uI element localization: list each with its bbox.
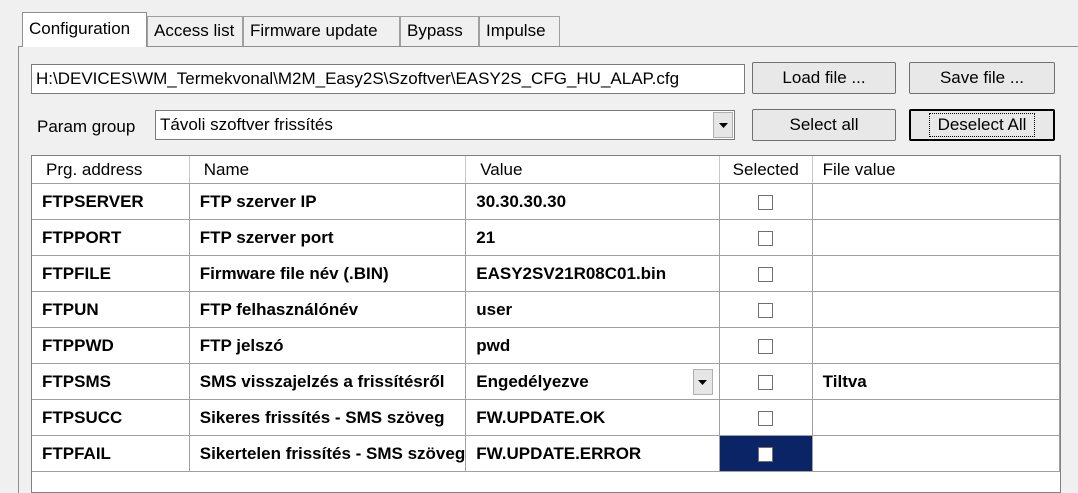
table-header-row: Prg. address Name Value Selected File va… <box>32 156 1060 184</box>
select-all-button[interactable]: Select all <box>752 109 896 141</box>
selected-checkbox[interactable] <box>758 374 774 390</box>
cell-address: FTPPORT <box>32 219 190 256</box>
cell-name: Firmware file név (.BIN) <box>189 255 467 292</box>
cell-address: FTPFILE <box>32 255 190 292</box>
cell-file-value: Tiltva <box>812 363 1060 400</box>
load-file-button[interactable]: Load file ... <box>752 62 896 94</box>
selected-checkbox[interactable] <box>758 266 774 282</box>
table-row[interactable]: FTPPORT FTP szerver port 21 <box>32 219 1060 256</box>
table-row[interactable]: FTPSUCC Sikeres frissítés - SMS szöveg F… <box>32 399 1060 436</box>
cell-selected[interactable] <box>719 255 813 292</box>
param-group-label: Param group <box>37 117 136 136</box>
selected-checkbox[interactable] <box>758 446 774 462</box>
cell-file-value <box>812 255 1060 292</box>
cell-name: SMS visszajelzés a frissítésről <box>189 363 467 400</box>
table-row[interactable]: FTPSERVER FTP szerver IP 30.30.30.30 <box>32 183 1060 220</box>
cell-name: Sikertelen frissítés - SMS szöveg <box>189 435 467 472</box>
tab-impulse[interactable]: Impulse <box>479 16 560 46</box>
cell-value[interactable]: 21 <box>465 219 720 256</box>
param-group-value: Távoli szoftver frissítés <box>160 115 333 134</box>
cell-selected[interactable] <box>719 363 813 400</box>
tab-configuration[interactable]: Configuration <box>22 12 147 47</box>
file-path-field[interactable]: H:\DEVICES\WM_Termekvonal\M2M_Easy2S\Szo… <box>31 64 745 94</box>
cell-address: FTPUN <box>32 291 190 328</box>
selected-checkbox[interactable] <box>758 194 774 210</box>
cell-selected[interactable] <box>719 291 813 328</box>
cell-name: FTP szerver IP <box>189 183 467 220</box>
parameter-grid[interactable]: Prg. address Name Value Selected File va… <box>31 155 1061 493</box>
header-file-value[interactable]: File value <box>812 156 1060 184</box>
table-row[interactable]: FTPUN FTP felhasználónév user <box>32 291 1060 328</box>
cell-file-value <box>812 291 1060 328</box>
tab-firmware-update[interactable]: Firmware update <box>243 16 400 46</box>
cell-selected[interactable] <box>719 399 813 436</box>
header-selected[interactable]: Selected <box>719 156 813 184</box>
cell-file-value <box>812 435 1060 472</box>
cell-value[interactable]: FW.UPDATE.ERROR <box>465 435 720 472</box>
deselect-all-label: Deselect All <box>928 113 1036 137</box>
cell-value-dropdown[interactable]: Engedélyezve <box>465 363 720 400</box>
param-group-select[interactable]: Távoli szoftver frissítés <box>155 110 735 140</box>
cell-name: Sikeres frissítés - SMS szöveg <box>189 399 467 436</box>
cell-value[interactable]: pwd <box>465 327 720 364</box>
table-row[interactable]: FTPSMS SMS visszajelzés a frissítésről E… <box>32 363 1060 400</box>
table-row[interactable]: FTPFAIL Sikertelen frissítés - SMS szöve… <box>32 435 1060 472</box>
cell-value: Engedélyezve <box>476 371 589 391</box>
selected-checkbox[interactable] <box>758 410 774 426</box>
cell-address: FTPFAIL <box>32 435 190 472</box>
cell-selected[interactable] <box>719 327 813 364</box>
table-row[interactable]: FTPPWD FTP jelszó pwd <box>32 327 1060 364</box>
cell-address: FTPSERVER <box>32 183 190 220</box>
header-name[interactable]: Name <box>189 156 467 184</box>
cell-selected-focused[interactable] <box>719 435 813 472</box>
cell-value[interactable]: user <box>465 291 720 328</box>
selected-checkbox[interactable] <box>758 338 774 354</box>
cell-file-value <box>812 327 1060 364</box>
cell-name: FTP felhasználónév <box>189 291 467 328</box>
cell-value[interactable]: FW.UPDATE.OK <box>465 399 720 436</box>
cell-selected[interactable] <box>719 219 813 256</box>
tab-access-list[interactable]: Access list <box>147 16 243 46</box>
cell-value[interactable]: 30.30.30.30 <box>465 183 720 220</box>
cell-file-value <box>812 183 1060 220</box>
cell-name: FTP jelszó <box>189 327 467 364</box>
selected-checkbox[interactable] <box>758 230 774 246</box>
selected-checkbox[interactable] <box>758 302 774 318</box>
table-row[interactable]: FTPFILE Firmware file név (.BIN) EASY2SV… <box>32 255 1060 292</box>
cell-address: FTPSMS <box>32 363 190 400</box>
save-file-button[interactable]: Save file ... <box>909 62 1055 94</box>
cell-address: FTPSUCC <box>32 399 190 436</box>
cell-name: FTP szerver port <box>189 219 467 256</box>
cell-file-value <box>812 219 1060 256</box>
chevron-down-icon[interactable] <box>713 112 733 138</box>
cell-file-value <box>812 399 1060 436</box>
chevron-down-icon[interactable] <box>692 369 713 395</box>
tab-bypass[interactable]: Bypass <box>400 16 479 46</box>
header-value[interactable]: Value <box>465 156 720 184</box>
cell-address: FTPPWD <box>32 327 190 364</box>
parameter-table: Prg. address Name Value Selected File va… <box>32 156 1060 472</box>
header-prg-address[interactable]: Prg. address <box>32 156 190 184</box>
cell-value[interactable]: EASY2SV21R08C01.bin <box>465 255 720 292</box>
deselect-all-button[interactable]: Deselect All <box>909 109 1055 141</box>
cell-selected[interactable] <box>719 183 813 220</box>
